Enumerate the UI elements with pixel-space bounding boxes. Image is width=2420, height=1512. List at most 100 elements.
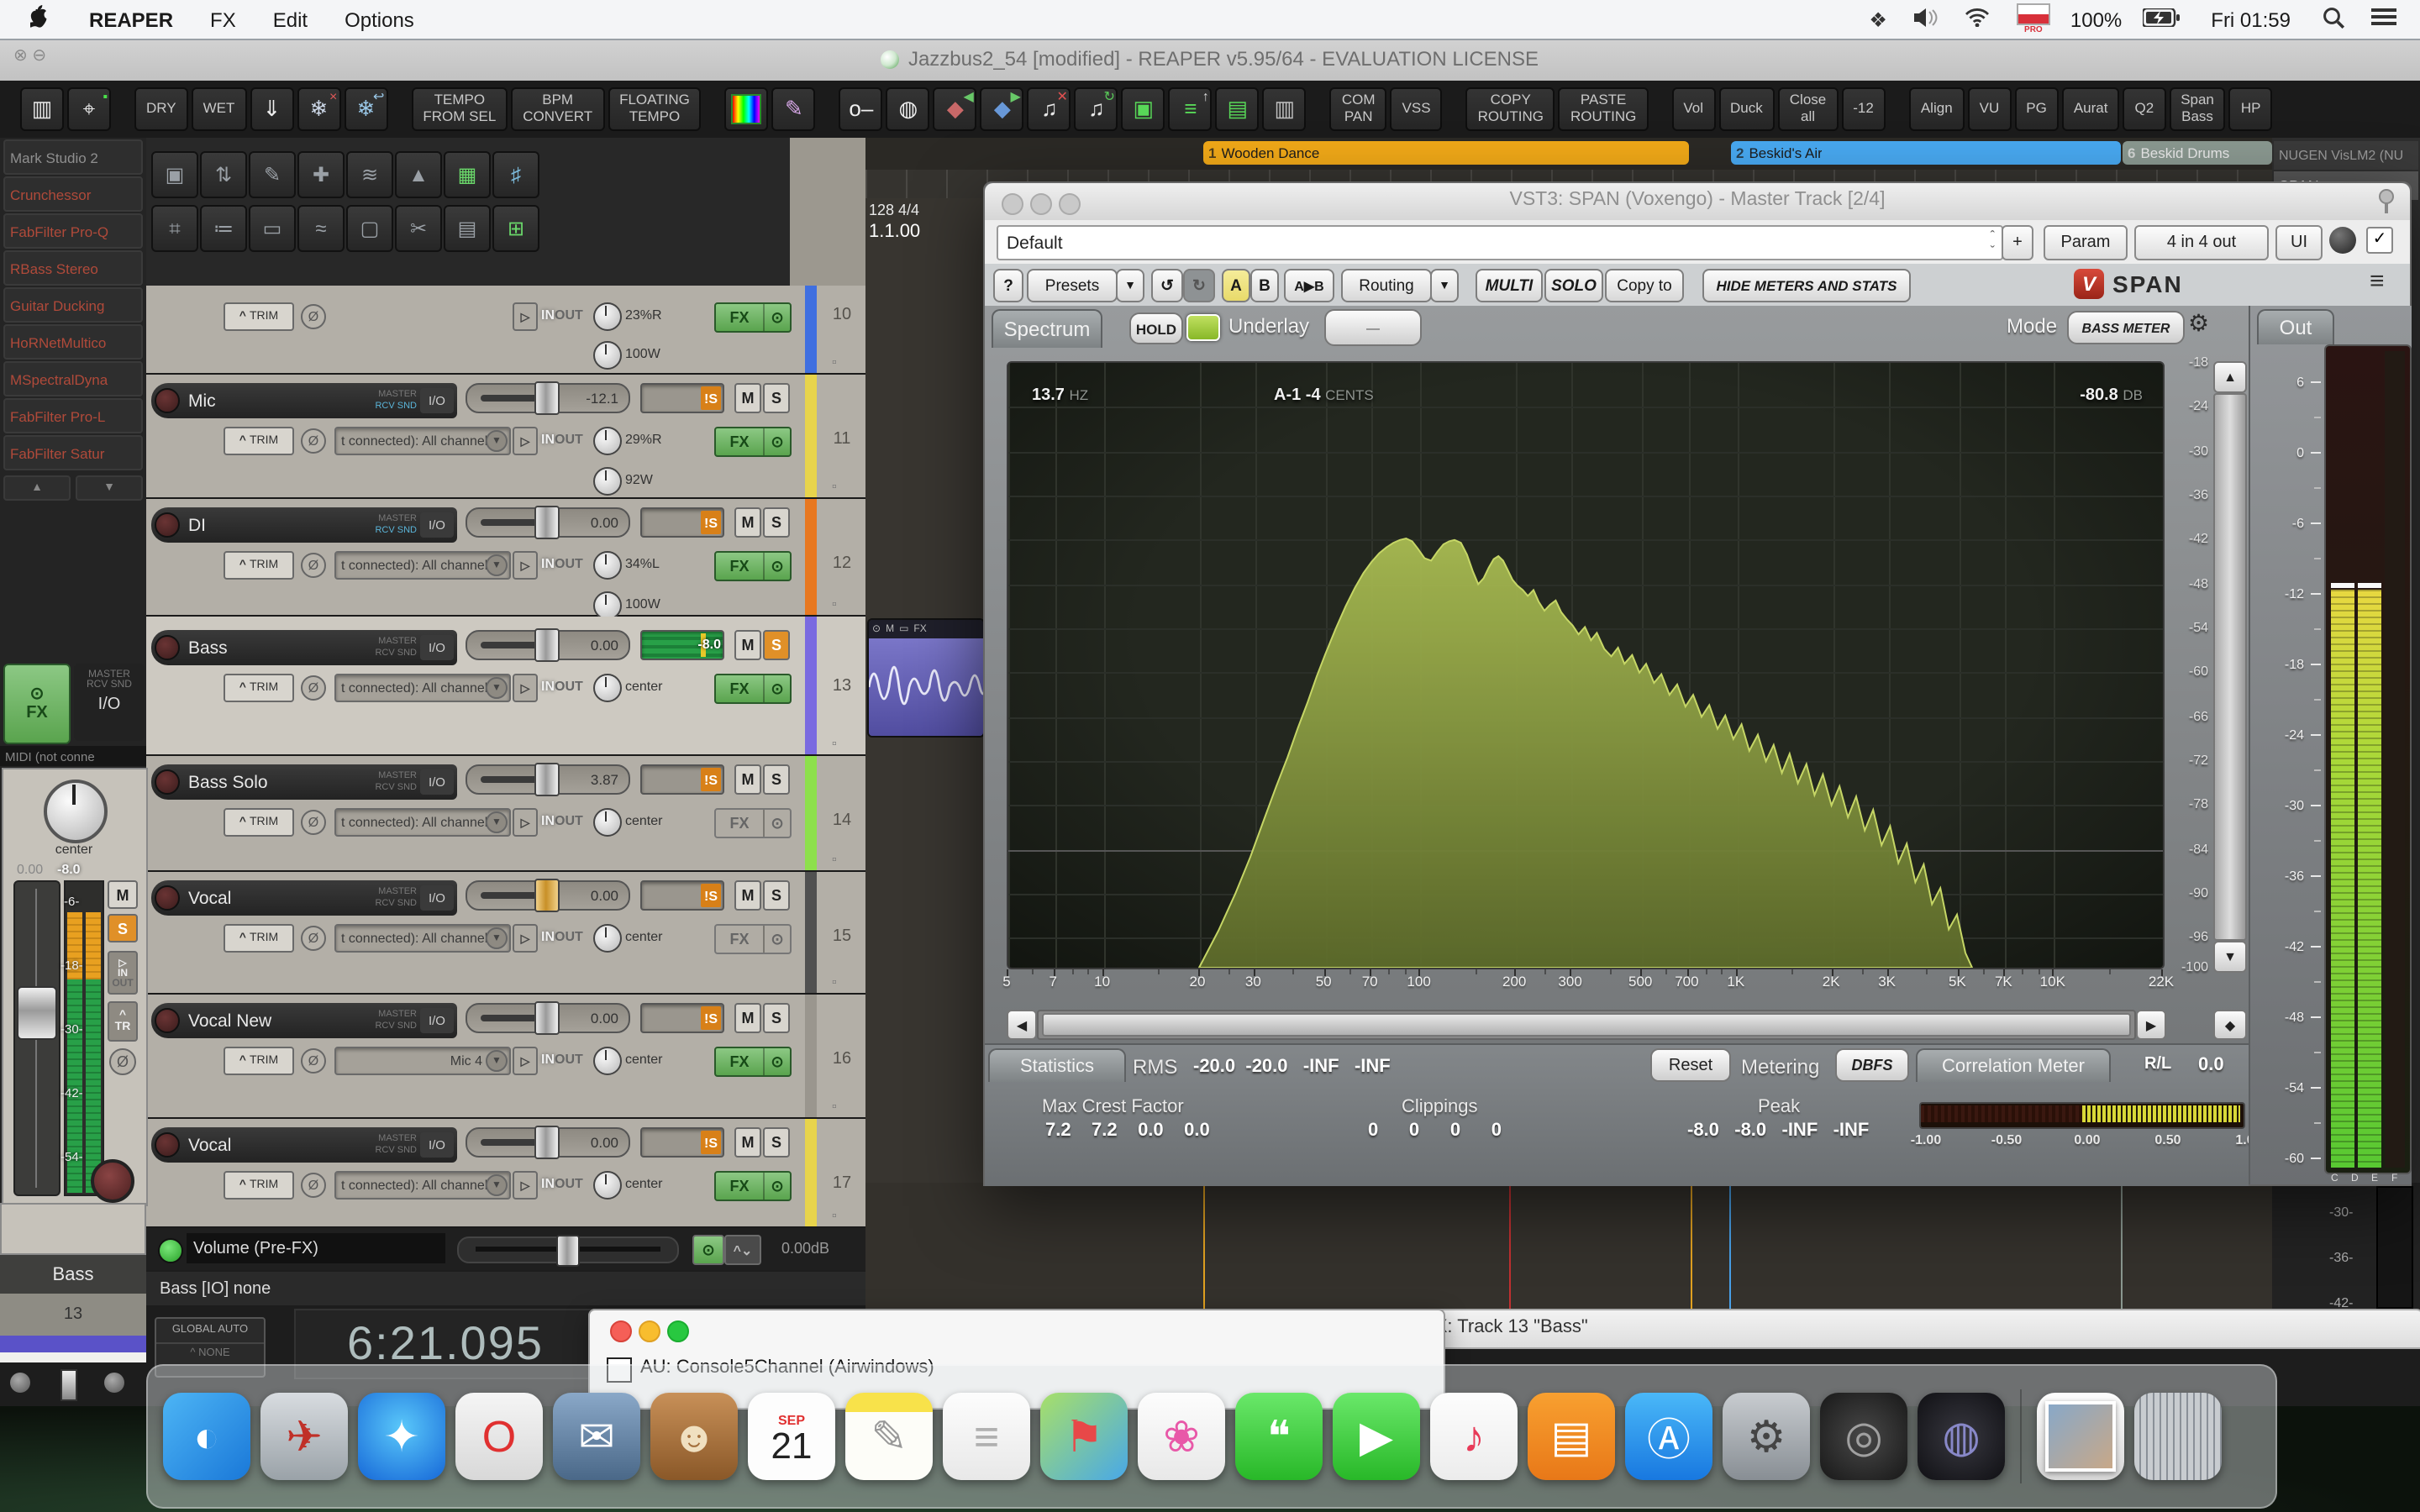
record-arm-icon[interactable] [155,388,180,413]
toolbar-button-vu[interactable]: VU [1968,87,2012,131]
notification-center-icon[interactable] [2371,7,2396,32]
io-button[interactable]: I/O [420,1008,454,1033]
reset-button[interactable]: Reset [1650,1048,1731,1082]
master-phase-button[interactable]: Ø [109,1048,136,1075]
pan-knob[interactable] [593,427,622,455]
pencil-icon[interactable]: ✎ [249,151,296,198]
pan-knob[interactable] [593,1047,622,1075]
master-mute-button[interactable]: M [108,880,138,909]
tab-out[interactable]: Out [2257,309,2334,344]
fx-power-icon[interactable]: ⊙ [765,810,790,837]
itunes-icon[interactable]: ♪ [1430,1393,1518,1480]
books-icon[interactable]: ▤ [1528,1393,1615,1480]
volume-fader-thumb[interactable] [534,381,560,415]
key-lock-icon[interactable]: o– [839,87,883,131]
status-tiles-icon[interactable]: ❖ [1869,8,1887,31]
monitor-button[interactable]: ▷ [513,1171,538,1200]
sidebar-fx-item-0[interactable]: Mark Studio 2 [3,139,143,175]
fx-power-icon[interactable]: ⊙ [765,304,790,331]
monitor-button[interactable]: ▷ [513,808,538,837]
fx-button[interactable]: FX⊙ [714,551,792,581]
spectrum-enable-toggle[interactable] [1186,314,1220,341]
freeze-off-icon[interactable]: ❄× [297,87,340,131]
span-plugin-window[interactable]: VST3: SPAN (Voxengo) - Master Track [2/4… [983,181,2412,1186]
copy-items-icon[interactable]: ▣ [1122,87,1165,131]
fx-button[interactable]: FX⊙ [714,427,792,457]
master-record-arm[interactable] [91,1159,134,1203]
routing-dropdown-icon[interactable]: ▼ [1430,269,1459,302]
pan-knob[interactable] [593,302,622,331]
tab-spectrum[interactable]: Spectrum [992,309,1102,348]
media-item-thumbnail[interactable]: ⊙M▭FX [867,618,985,738]
mute-button[interactable]: M [734,764,761,795]
param-button[interactable]: Param [2044,225,2128,260]
region-bar[interactable]: 1Wooden Dance2Beskid's Air6Beskid Drums [865,138,2420,170]
finder-icon[interactable]: ◐ [163,1393,250,1480]
monitor-button[interactable]: ▷ [513,924,538,953]
region-beskid-drums[interactable]: 6Beskid Drums [2123,141,2272,165]
trim-button[interactable]: ^TRIM [224,551,294,580]
preset-add-button[interactable]: + [2002,225,2033,260]
trim-button[interactable]: ^TRIM [224,808,294,837]
redo-icon[interactable]: ↻ [1183,269,1215,302]
folder-state-icon[interactable]: ▫ [832,852,837,867]
track-row-17[interactable]: 17▫VocalMASTERRCV SNDI/O0.00!SMS^TRIMØt … [146,1119,865,1228]
wet-knob[interactable] [2329,227,2356,254]
track-row-11[interactable]: 11▫MicMASTERRCV SNDI/O-12.1!SMS^TRIMØt c… [146,375,865,499]
item-props-icon[interactable]: ▤ [444,205,491,252]
toolbar-button-hp[interactable]: HP [2229,87,2273,131]
track-name-bar[interactable]: BassMASTERRCV SNDI/O [151,630,457,665]
messages-icon[interactable]: ❝ [1235,1393,1323,1480]
rainbow-colors-icon[interactable] [725,87,769,131]
dropdown-icon[interactable]: ▼ [486,811,508,833]
copy-to-button[interactable]: Copy to [1605,269,1684,302]
magnifier-icon[interactable]: ⌖▪ [67,87,111,131]
contacts-icon[interactable]: ☻ [650,1393,738,1480]
sidebar-fx-item-2[interactable]: FabFilter Pro-Q [3,213,143,249]
input-route-dropdown[interactable]: t connected): All channels▼ [334,674,511,702]
maps-icon[interactable]: ⚑ [1040,1393,1128,1480]
solo-button[interactable]: SOLO [1544,269,1603,302]
menu-clock[interactable]: Fri 01:59 [2211,8,2291,31]
insert-grid-icon[interactable]: ⊞ [492,205,539,252]
notes-sync-icon[interactable]: ♫↻ [1075,87,1118,131]
input-route-dropdown[interactable]: t connected): All channels▼ [334,551,511,580]
mute-button[interactable]: M [734,507,761,538]
pan-knob[interactable] [593,1171,622,1200]
phase-button[interactable]: Ø [301,810,326,835]
envelope-active-icon[interactable] [158,1238,183,1263]
track-name-bar[interactable]: VocalMASTERRCV SNDI/O [151,1127,457,1163]
toolbar-button-bpm-convert[interactable]: BPM CONVERT [511,87,604,131]
pan-knob[interactable] [593,808,622,837]
io-button[interactable]: I/O [420,769,454,795]
width-knob[interactable] [593,591,622,620]
toolbar-button-wet[interactable]: WET [192,87,247,131]
record-arm-icon[interactable] [155,769,180,795]
master-inout-button[interactable]: ▷INOUT [108,951,138,995]
launchpad-rocket-icon[interactable]: ✈ [260,1393,348,1480]
vscroll-thumb[interactable] [2213,393,2247,941]
track-name-bar[interactable]: VocalMASTERRCV SNDI/O [151,880,457,916]
fx-slot-nugen[interactable]: NUGEN VisLM2 (NU [2274,141,2418,170]
sidebar-fx-item-4[interactable]: Guitar Ducking [3,287,143,323]
solo-button[interactable]: S [763,764,790,795]
sidebar-fx-item-7[interactable]: FabFilter Pro-L [3,398,143,433]
mail-eagle-icon[interactable]: ✉ [553,1393,640,1480]
pan-knob[interactable] [593,674,622,702]
volume-fader-thumb[interactable] [534,763,560,796]
input-route-dropdown[interactable]: t connected): All channels▼ [334,924,511,953]
scroll-down-icon[interactable]: ▼ [76,475,143,501]
ripple-edit-icon[interactable]: ≋ [346,151,393,198]
fx-button[interactable]: FX⊙ [714,808,792,838]
sidebar-fx-item-1[interactable]: Crunchessor [3,176,143,212]
toolbar-button-span-bass[interactable]: Span Bass [2169,87,2226,131]
io-button[interactable]: I/O [420,388,454,413]
zoom-icon[interactable] [667,1320,689,1342]
item-mute-icon[interactable]: M [886,624,894,634]
scroll-left-icon[interactable]: ◀ [1007,1010,1037,1040]
toolbar-button-copy-routing[interactable]: COPY ROUTING [1466,87,1555,131]
input-route-dropdown[interactable]: t connected): All channels▼ [334,808,511,837]
scroll-down-icon[interactable]: ▼ [2213,941,2247,973]
monitor-button[interactable]: ▷ [513,427,538,455]
mute-button[interactable]: M [734,880,761,911]
